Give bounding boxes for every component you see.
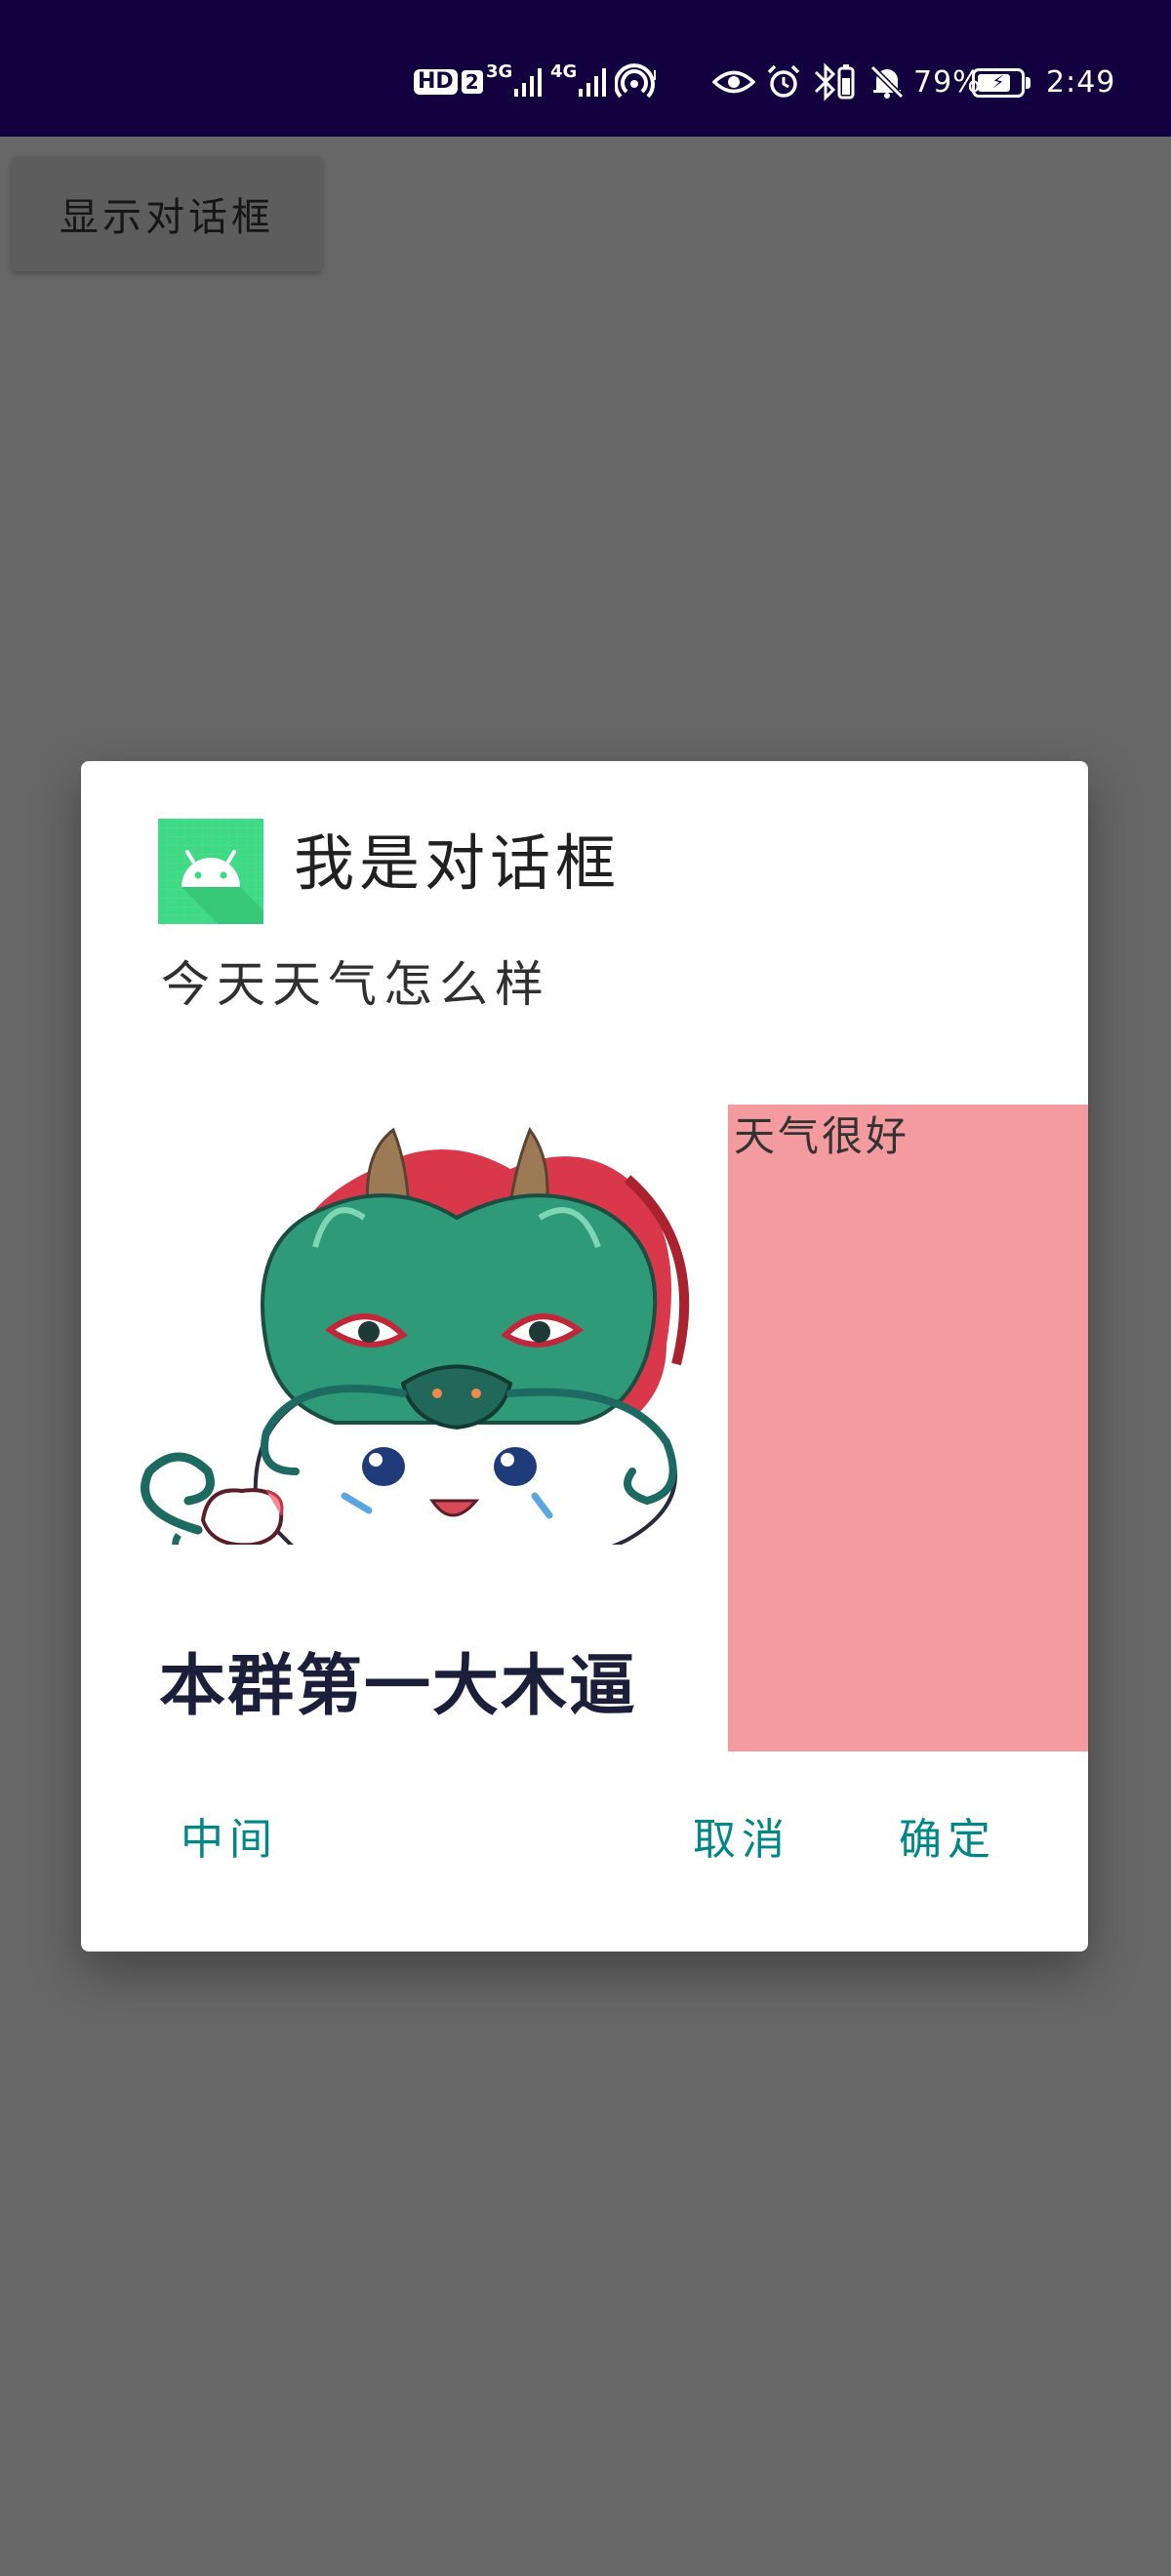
network-4g-label: 4G	[550, 61, 578, 82]
sim-badge: 2	[461, 70, 483, 94]
notifications-off-icon	[868, 60, 906, 103]
cancel-button[interactable]: 取消	[693, 1819, 790, 1862]
show-dialog-button[interactable]: 显示对话框	[12, 156, 322, 271]
signal-3g: 3G	[486, 60, 545, 103]
dragon-sticker-image	[141, 1126, 690, 1545]
weather-panel: 天气很好	[728, 1105, 1088, 1751]
neutral-button[interactable]: 中间	[181, 1819, 278, 1862]
clock-text: 2:49	[1046, 64, 1116, 100]
dialog-message: 今天天气怎么样	[161, 956, 550, 1013]
hd-badge: HD	[414, 69, 458, 95]
android-app-icon	[158, 819, 263, 924]
alert-dialog: 我是对话框 今天天气怎么样 本群第一大木逼 天气很好 中间 取消 确定	[81, 761, 1088, 1952]
eye-icon	[712, 60, 755, 103]
battery-tip	[1026, 77, 1030, 89]
status-bar: HD 2 3G 4G 79% ⚡ 2:49	[0, 0, 1171, 137]
network-3g-label: 3G	[486, 61, 513, 82]
bluetooth-battery-icon	[812, 60, 859, 103]
confirm-button[interactable]: 确定	[899, 1819, 996, 1862]
sticker-caption: 本群第一大木逼	[157, 1648, 638, 1725]
signal-bars-icon	[514, 68, 543, 97]
dialog-title: 我是对话框	[294, 827, 622, 899]
charging-bolt-icon: ⚡	[991, 72, 1005, 93]
clock: 2:49	[1046, 60, 1115, 103]
hd-indicator: HD 2	[414, 60, 483, 103]
battery-icon: ⚡	[972, 68, 1025, 98]
signal-bars-icon	[579, 68, 607, 97]
signal-4g: 4G	[550, 60, 610, 103]
alarm-icon	[765, 60, 802, 103]
weather-answer-text: 天气很好	[734, 1112, 910, 1160]
hotspot-icon	[615, 60, 660, 103]
